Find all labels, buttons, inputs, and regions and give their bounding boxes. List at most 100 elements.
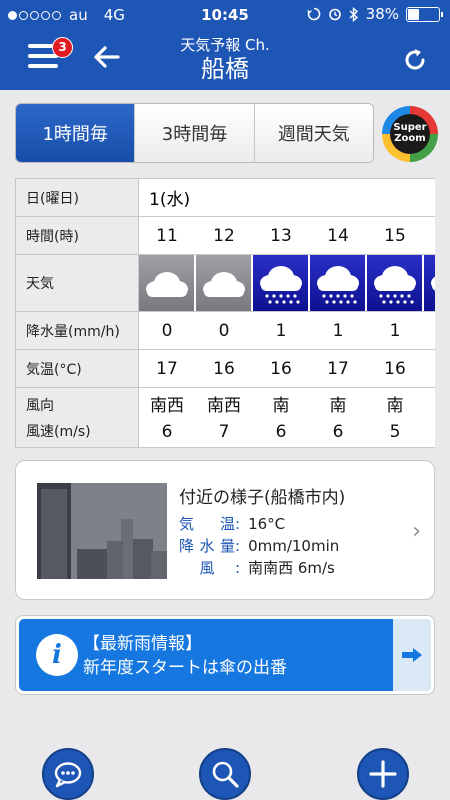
wind-speed: 5 (389, 421, 401, 442)
label-weather: 天気 (16, 255, 139, 311)
weather-cell (253, 255, 309, 311)
nav-subtitle: 天気予報 Ch. (180, 36, 270, 54)
weather-cell (139, 255, 195, 311)
rain-icon (260, 266, 302, 304)
temp-value: 16°C (248, 515, 286, 533)
chat-button[interactable] (42, 748, 94, 800)
precip-cell: 0 (161, 320, 173, 341)
row-date: 日(曜日) 1(水) (16, 179, 435, 216)
nearby-temp: 気温: 16°C (179, 515, 286, 533)
weather-cell (196, 255, 252, 311)
battery-percent: 38% (365, 5, 399, 23)
label-wind: 風向 風速(m/s) (16, 388, 139, 447)
hour-cell: 15 (384, 225, 406, 246)
label-date: 日(曜日) (16, 179, 139, 216)
row-precip: 降水量(mm/h) 0 0 1 1 1 (16, 311, 435, 349)
temp-cell: 16 (384, 358, 406, 379)
hour-cell: 12 (213, 225, 235, 246)
label-wind-speed: 風速(m/s) (26, 423, 91, 440)
temp-cell: 17 (327, 358, 349, 379)
rain-icon (431, 276, 435, 291)
wind-cell: 南6 (310, 388, 366, 447)
super-zoom-label-1: Super (393, 122, 427, 133)
weather-cell (367, 255, 423, 311)
wind-speed: 6 (332, 421, 344, 442)
wind-speed: 6 (275, 421, 287, 442)
nearby-conditions-card[interactable]: 付近の様子(船橋市内) 気温: 16°C 降水量: 0mm/10min 風: 南南西 … (15, 460, 435, 600)
wind-cell: 南5 (367, 388, 423, 447)
temp-cell: 16 (270, 358, 292, 379)
info-icon: i (36, 634, 78, 676)
precip-cell: 1 (275, 320, 287, 341)
page-title: 船橋 (201, 55, 249, 83)
precip-cell: 0 (218, 320, 230, 341)
wind-cell: 南 (424, 388, 435, 447)
nearby-wind: 風: 南南西 6m/s (179, 557, 335, 578)
wind-speed: 7 (218, 421, 230, 442)
super-zoom-label-2: Zoom (394, 133, 426, 144)
search-button[interactable] (199, 748, 251, 800)
rain-info-banner[interactable]: i 【最新雨情報】 新年度スタートは傘の出番 (15, 615, 435, 695)
wind-value: 南南西 6m/s (248, 559, 335, 577)
wind-dir: 南 (272, 395, 290, 416)
date-value: 1(水) (149, 190, 191, 210)
label-temp: 気温(°C) (16, 350, 139, 387)
cloudy-icon (146, 272, 188, 297)
tab-weekly[interactable]: 週間天気 (253, 104, 373, 162)
label-time: 時間(時) (16, 217, 139, 254)
rotation-lock-icon (306, 7, 320, 21)
plus-icon (369, 760, 397, 788)
nav-bar: 3 天気予報 Ch. 船橋 (0, 30, 450, 90)
tab-hourly[interactable]: 1時間毎 (16, 104, 135, 162)
precip-value: 0mm/10min (248, 537, 340, 555)
precip-key: 降水量 (179, 537, 235, 555)
nearby-title: 付近の様子(船橋市内) (179, 488, 346, 508)
wind-cell: 南6 (253, 388, 309, 447)
rain-icon (374, 266, 416, 304)
chat-bubble-icon (54, 762, 82, 788)
temp-cell: 16 (213, 358, 235, 379)
row-temp: 気温(°C) 17 16 16 17 16 (16, 349, 435, 387)
temp-key: 気温 (179, 515, 235, 533)
hourly-forecast-table: 日(曜日) 1(水) 時間(時) 11 12 13 14 15 天気 降水量(m… (15, 178, 435, 448)
bluetooth-icon (349, 6, 358, 22)
label-precip: 降水量(mm/h) (16, 312, 139, 349)
wind-dir: 南西 (207, 395, 241, 416)
wind-dir: 南 (329, 395, 347, 416)
banner-heading: 【最新雨情報】 (83, 634, 202, 654)
wind-speed: 6 (161, 421, 173, 442)
row-weather: 天気 (16, 254, 435, 311)
banner-message: 新年度スタートは傘の出番 (83, 658, 287, 678)
temp-cell: 17 (156, 358, 178, 379)
chevron-right-icon: › (412, 519, 421, 544)
weather-cell (310, 255, 366, 311)
search-icon (212, 761, 239, 788)
label-wind-dir: 風向 (26, 397, 54, 414)
super-zoom-button[interactable]: Super Zoom (382, 106, 438, 162)
status-bar: au 4G 10:45 38% (0, 0, 450, 30)
hour-cell: 13 (270, 225, 292, 246)
tab-3-hourly[interactable]: 3時間毎 (134, 104, 254, 162)
refresh-button[interactable] (402, 47, 428, 73)
wind-dir: 南西 (150, 395, 184, 416)
nearby-precip: 降水量: 0mm/10min (179, 537, 340, 555)
hour-cell: 14 (327, 225, 349, 246)
wind-key: 風 (199, 559, 215, 577)
add-button[interactable] (357, 748, 409, 800)
alarm-icon (328, 8, 341, 21)
hour-cell: 11 (156, 225, 178, 246)
wind-cell: 南西 6 (139, 388, 195, 447)
precip-cell: 1 (389, 320, 401, 341)
cloudy-icon (203, 272, 245, 297)
battery-icon (406, 6, 443, 22)
wind-dir: 南 (386, 395, 404, 416)
weather-cell (424, 255, 435, 311)
refresh-icon (405, 49, 425, 70)
forecast-tabs: 1時間毎 3時間毎 週間天気 (15, 103, 374, 163)
arrow-right-icon (393, 619, 431, 691)
precip-cell: 1 (332, 320, 344, 341)
wind-cell: 南西 7 (196, 388, 252, 447)
live-camera-image (37, 483, 167, 579)
row-time: 時間(時) 11 12 13 14 15 (16, 216, 435, 254)
rain-icon (317, 266, 359, 304)
